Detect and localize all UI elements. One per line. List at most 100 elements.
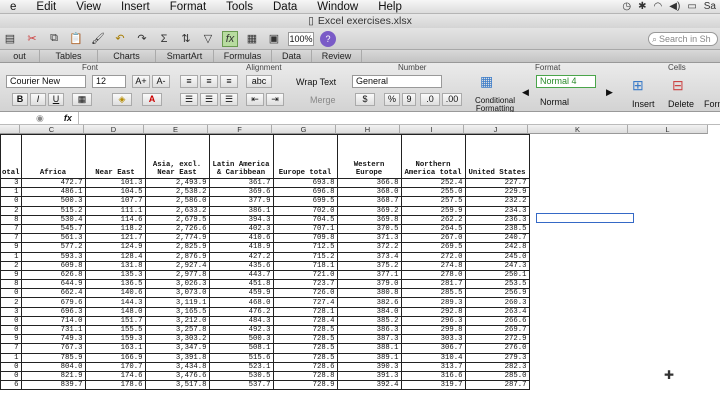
- gallery-icon[interactable]: ▦: [244, 31, 260, 47]
- menu-window[interactable]: Window: [307, 0, 368, 14]
- font-name-select[interactable]: Courier New: [6, 75, 86, 88]
- table-cell[interactable]: 377.1: [336, 269, 402, 281]
- table-cell[interactable]: 372.2: [336, 242, 402, 253]
- table-cell[interactable]: 9: [0, 242, 22, 253]
- table-cell[interactable]: 369.6: [208, 187, 274, 198]
- borders-button[interactable]: ▦: [72, 93, 92, 106]
- table-cell[interactable]: 266.6: [464, 315, 530, 327]
- table-cell[interactable]: 368.7: [336, 196, 402, 207]
- table-cell[interactable]: 384.0: [336, 306, 402, 317]
- table-cell[interactable]: 255.0: [400, 187, 466, 198]
- table-cell[interactable]: 0: [0, 196, 22, 207]
- table-cell[interactable]: 2,538.2: [144, 187, 210, 198]
- styles-next-arrow[interactable]: ▶: [606, 87, 613, 98]
- conditional-formatting-icon[interactable]: ▦: [480, 73, 493, 90]
- table-cell[interactable]: 451.8: [208, 279, 274, 290]
- table-cell[interactable]: 135.3: [84, 269, 146, 281]
- table-cell[interactable]: 155.5: [84, 324, 146, 336]
- table-header-cell[interactable]: Africa: [20, 134, 86, 179]
- table-cell[interactable]: 303.3: [400, 334, 466, 345]
- table-cell[interactable]: 276.0: [464, 343, 530, 354]
- table-cell[interactable]: 704.5: [272, 214, 338, 225]
- table-cell[interactable]: 2,493.9: [144, 177, 210, 189]
- table-cell[interactable]: 3,119.1: [144, 297, 210, 308]
- table-cell[interactable]: 712.5: [272, 242, 338, 253]
- table-cell[interactable]: 296.3: [400, 315, 466, 327]
- table-cell[interactable]: 459.9: [208, 288, 274, 299]
- sort-icon[interactable]: ⇅: [178, 31, 194, 47]
- table-cell[interactable]: 402.3: [208, 223, 274, 235]
- indent-button[interactable]: ⇥: [266, 93, 284, 106]
- font-color-button[interactable]: A: [142, 93, 162, 106]
- bluetooth-icon[interactable]: ✱: [638, 1, 646, 12]
- table-cell[interactable]: 709.8: [272, 233, 338, 244]
- table-cell[interactable]: 118.2: [84, 223, 146, 235]
- table-cell[interactable]: 1: [0, 251, 22, 262]
- table-cell[interactable]: 3,165.5: [144, 306, 210, 317]
- number-format-select[interactable]: General: [352, 75, 442, 88]
- column-header[interactable]: H: [336, 125, 400, 134]
- styles-prev-arrow[interactable]: ◀: [522, 87, 529, 98]
- table-cell[interactable]: 178.6: [84, 380, 146, 391]
- table-cell[interactable]: 2,825.9: [144, 242, 210, 253]
- table-cell[interactable]: 256.9: [464, 288, 530, 299]
- table-cell[interactable]: 369.8: [336, 214, 402, 225]
- align-center-button[interactable]: ☰: [200, 93, 218, 106]
- table-cell[interactable]: 0: [0, 370, 22, 382]
- table-cell[interactable]: 484.3: [208, 315, 274, 327]
- increase-font-button[interactable]: A+: [132, 75, 150, 88]
- table-cell[interactable]: 515.2: [20, 205, 86, 216]
- format-cells-button[interactable]: Form: [704, 99, 720, 109]
- format-painter-icon[interactable]: 🖌: [90, 31, 106, 47]
- table-cell[interactable]: 377.9: [208, 196, 274, 207]
- redo-icon[interactable]: ↷: [134, 31, 150, 47]
- table-cell[interactable]: 262.2: [400, 214, 466, 225]
- table-cell[interactable]: 392.4: [336, 380, 402, 391]
- table-cell[interactable]: 476.2: [208, 306, 274, 317]
- table-cell[interactable]: 500.3: [20, 196, 86, 207]
- menu-help[interactable]: Help: [368, 0, 412, 14]
- table-cell[interactable]: 702.0: [272, 205, 338, 216]
- table-cell[interactable]: 124.9: [84, 242, 146, 253]
- menu-edit[interactable]: Edit: [26, 0, 66, 14]
- table-cell[interactable]: 2,586.0: [144, 196, 210, 207]
- table-cell[interactable]: 9: [0, 269, 22, 281]
- fill-color-button[interactable]: ◈: [112, 93, 132, 106]
- table-cell[interactable]: 104.5: [84, 187, 146, 198]
- table-cell[interactable]: 0: [0, 288, 22, 299]
- autosum-icon[interactable]: Σ: [156, 31, 172, 47]
- table-cell[interactable]: 728.8: [272, 370, 338, 382]
- table-cell[interactable]: 523.1: [208, 361, 274, 372]
- table-cell[interactable]: 269.7: [464, 324, 530, 336]
- table-header-cell[interactable]: United States: [464, 134, 530, 179]
- table-cell[interactable]: 391.3: [336, 370, 402, 382]
- tab-data[interactable]: Data: [272, 50, 312, 62]
- table-cell[interactable]: 310.4: [400, 352, 466, 363]
- table-cell[interactable]: 804.0: [20, 361, 86, 372]
- table-cell[interactable]: 7: [0, 223, 22, 235]
- table-cell[interactable]: 166.9: [84, 352, 146, 363]
- table-cell[interactable]: 577.2: [20, 242, 86, 253]
- table-cell[interactable]: 279.3: [464, 352, 530, 363]
- zoom-field[interactable]: 100%: [288, 31, 314, 46]
- table-cell[interactable]: 375.2: [336, 260, 402, 271]
- comma-button[interactable]: 9: [402, 93, 416, 106]
- table-cell[interactable]: 148.0: [84, 306, 146, 317]
- table-cell[interactable]: 3: [0, 177, 22, 189]
- table-cell[interactable]: 385.2: [336, 315, 402, 327]
- align-top-button[interactable]: ≡: [180, 75, 198, 88]
- table-cell[interactable]: 2,679.5: [144, 214, 210, 225]
- cut-icon[interactable]: ✂: [24, 31, 40, 47]
- table-cell[interactable]: 2,774.9: [144, 233, 210, 244]
- table-cell[interactable]: 242.8: [464, 242, 530, 253]
- merge-button[interactable]: Merge: [310, 95, 336, 105]
- table-header-cell[interactable]: otal: [0, 134, 22, 179]
- selected-cell[interactable]: [536, 213, 634, 223]
- table-cell[interactable]: 274.8: [400, 260, 466, 271]
- column-header[interactable]: L: [628, 125, 708, 134]
- style-normal4[interactable]: Normal 4: [536, 75, 596, 88]
- table-cell[interactable]: 427.2: [208, 251, 274, 262]
- table-cell[interactable]: 727.4: [272, 297, 338, 308]
- table-cell[interactable]: 3,212.0: [144, 315, 210, 327]
- column-header[interactable]: F: [208, 125, 272, 134]
